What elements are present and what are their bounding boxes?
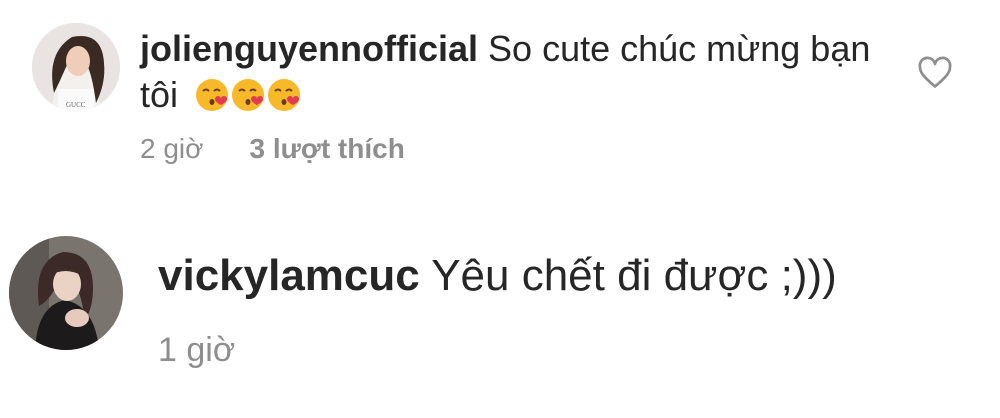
emoji-group (194, 77, 302, 124)
kissing-face-icon (232, 79, 265, 112)
comment-body: Yêu chết đi được ;))) (431, 251, 837, 300)
comment-meta: 2 giờ 3 lượt thích (140, 133, 405, 165)
avatar[interactable]: GUCC (32, 23, 120, 111)
kissing-face-icon (196, 79, 229, 112)
avatar[interactable] (9, 236, 123, 350)
comment-item: vickylamcuc Yêu chết đi được ;))) 1 giờ (0, 200, 1000, 418)
comment-text: vickylamcuc Yêu chết đi được ;))) (158, 248, 958, 304)
comment-timestamp: 1 giờ (158, 331, 236, 369)
avatar-image (9, 236, 123, 350)
comment-meta: 1 giờ (158, 331, 235, 370)
comment-username[interactable]: jolienguyennofficial (140, 28, 478, 69)
svg-text:GUCC: GUCC (66, 101, 86, 109)
comment-item: GUCC jolienguyennofficial So cute chúc m… (0, 0, 1000, 200)
kissing-face-icon (268, 79, 301, 112)
avatar-image: GUCC (32, 23, 120, 111)
like-heart-icon[interactable] (917, 56, 953, 90)
likes-count[interactable]: 3 lượt thích (250, 133, 405, 165)
comment-text: jolienguyennofficial So cute chúc mừng b… (140, 26, 880, 124)
comment-timestamp: 2 giờ (140, 133, 204, 164)
comment-username[interactable]: vickylamcuc (158, 251, 420, 300)
